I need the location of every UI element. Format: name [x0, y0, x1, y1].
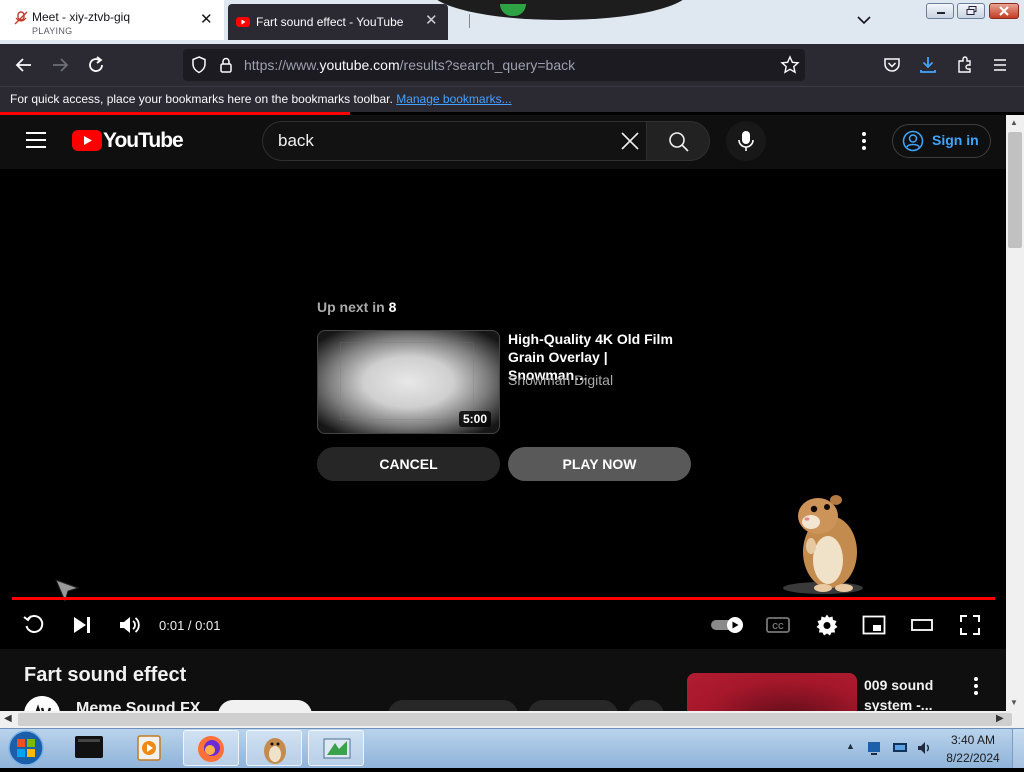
show-desktop-button[interactable] — [1012, 729, 1024, 768]
theater-mode-icon[interactable] — [910, 613, 934, 637]
extensions-icon[interactable] — [955, 55, 975, 75]
cancel-autoplay-button[interactable]: CANCEL — [317, 447, 500, 481]
taskbar-black-app[interactable] — [62, 730, 118, 766]
settings-more-icon[interactable] — [856, 131, 872, 151]
taskbar-hamster-app[interactable] — [246, 730, 302, 766]
time-readout: 0:01 / 0:01 — [159, 618, 221, 633]
bookmarks-toolbar-hint: For quick access, place your bookmarks h… — [10, 92, 512, 106]
url-host: youtube.com — [319, 57, 400, 73]
show-hidden-icons-arrow[interactable]: ▲ — [846, 741, 855, 751]
up-next-label: Up next in — [317, 299, 385, 315]
tab-title: Fart sound effect - YouTube — [256, 15, 404, 29]
tab-separator — [469, 14, 470, 28]
restore-window-button[interactable] — [957, 3, 985, 19]
bookmark-star-icon[interactable] — [780, 55, 800, 75]
tab-title: Meet - xiy-ztvb-giq — [32, 10, 131, 24]
chevron-down-icon[interactable] — [856, 12, 872, 28]
forward-icon[interactable] — [50, 55, 70, 75]
volume-icon[interactable] — [117, 613, 141, 637]
fullscreen-icon[interactable] — [958, 613, 982, 637]
pocket-icon[interactable] — [882, 55, 902, 75]
account-icon — [902, 130, 924, 152]
volume-tray-icon[interactable] — [916, 740, 932, 756]
up-next-channel[interactable]: Snowman Digital — [508, 372, 613, 388]
back-icon[interactable] — [14, 55, 34, 75]
sign-in-label[interactable]: Sign in — [932, 132, 979, 148]
close-tab-icon[interactable]: ✕ — [200, 12, 213, 27]
restore-icon — [966, 6, 977, 15]
microphone-muted-icon — [14, 11, 28, 25]
scroll-left-arrow-icon[interactable]: ◀ — [4, 713, 12, 724]
media-player-icon — [137, 735, 161, 761]
reload-icon[interactable] — [86, 55, 106, 75]
play-now-button[interactable]: PLAY NOW — [508, 447, 691, 481]
lock-icon[interactable] — [216, 55, 236, 75]
clock-date[interactable]: 8/22/2024 — [942, 751, 1004, 765]
close-window-button[interactable] — [989, 3, 1019, 19]
url-prefix: https://www. — [244, 57, 320, 73]
manage-bookmarks-link[interactable]: Manage bookmarks... — [396, 92, 511, 106]
video-title: Fart sound effect — [24, 664, 187, 686]
close-tab-icon[interactable]: ✕ — [425, 13, 438, 28]
duration-badge: 5:00 — [459, 411, 492, 427]
voice-search-button[interactable] — [726, 121, 766, 161]
hamster-app-icon — [264, 738, 286, 764]
taskbar-green-app[interactable] — [308, 730, 364, 766]
tab-meet[interactable]: Meet - xiy-ztvb-giq PLAYING ✕ — [0, 0, 224, 40]
clock-time[interactable]: 3:40 AM — [948, 733, 998, 747]
tab-strip: Meet - xiy-ztvb-giq PLAYING ✕ Fart sound… — [0, 0, 1024, 44]
start-button-icon[interactable] — [6, 729, 46, 767]
taskbar-media-player[interactable] — [122, 730, 178, 766]
scroll-down-arrow-icon[interactable]: ▼ — [1010, 698, 1018, 707]
taskbar-firefox[interactable] — [183, 730, 239, 766]
firefox-icon — [198, 736, 224, 762]
youtube-logo-text[interactable]: YouTube — [103, 129, 184, 153]
youtube-favicon-icon — [236, 17, 250, 27]
mouse-pointer-icon — [55, 579, 80, 603]
youtube-logo-icon[interactable] — [72, 130, 102, 151]
tab-youtube[interactable]: Fart sound effect - YouTube ✕ — [228, 4, 448, 40]
guide-menu-icon[interactable] — [26, 132, 46, 148]
svg-text:CC: CC — [772, 622, 784, 631]
tab-playing-status: PLAYING — [32, 26, 73, 36]
autoplay-toggle[interactable] — [710, 613, 746, 637]
vertical-scrollbar-thumb[interactable] — [1008, 132, 1022, 248]
miniplayer-icon[interactable] — [862, 613, 886, 637]
horizontal-scrollbar-thumb[interactable] — [18, 713, 1012, 726]
more-options-icon[interactable] — [968, 676, 984, 696]
close-icon — [999, 6, 1009, 16]
black-box-icon — [75, 736, 103, 758]
search-input[interactable]: back — [278, 131, 314, 151]
clear-search-icon[interactable] — [618, 129, 642, 153]
search-icon — [669, 132, 689, 152]
replay-icon[interactable] — [22, 613, 46, 637]
tracking-protection-shield-icon[interactable] — [189, 55, 209, 75]
url-text[interactable]: https://www.youtube.com/results?search_q… — [244, 57, 575, 73]
green-monitor-icon — [323, 738, 351, 759]
hamburger-menu-icon[interactable] — [990, 55, 1010, 75]
minimize-icon — [937, 12, 945, 14]
progress-bar[interactable] — [12, 597, 995, 600]
url-path: /results?search_query=back — [399, 57, 576, 73]
network-tray-icon[interactable] — [866, 740, 882, 756]
up-next-countdown: Up next in 8 — [317, 299, 396, 315]
next-icon[interactable] — [70, 613, 94, 637]
scroll-up-arrow-icon[interactable]: ▲ — [1010, 118, 1018, 127]
settings-icon[interactable] — [815, 613, 839, 637]
microphone-icon — [738, 131, 754, 151]
film-grain-frame — [340, 342, 474, 420]
scroll-right-arrow-icon[interactable]: ▶ — [996, 713, 1004, 724]
countdown-seconds: 8 — [388, 299, 397, 315]
downloads-icon[interactable] — [918, 55, 938, 75]
related-video-title[interactable]: 009 sound system -... — [864, 675, 964, 715]
search-box[interactable] — [262, 121, 647, 161]
bookmarks-hint-text: For quick access, place your bookmarks h… — [10, 92, 393, 106]
search-button[interactable] — [646, 121, 710, 161]
display-tray-icon[interactable] — [892, 740, 908, 756]
hamster-sticker — [783, 495, 863, 594]
minimize-window-button[interactable] — [926, 3, 954, 19]
captions-icon[interactable]: CC — [766, 613, 790, 637]
